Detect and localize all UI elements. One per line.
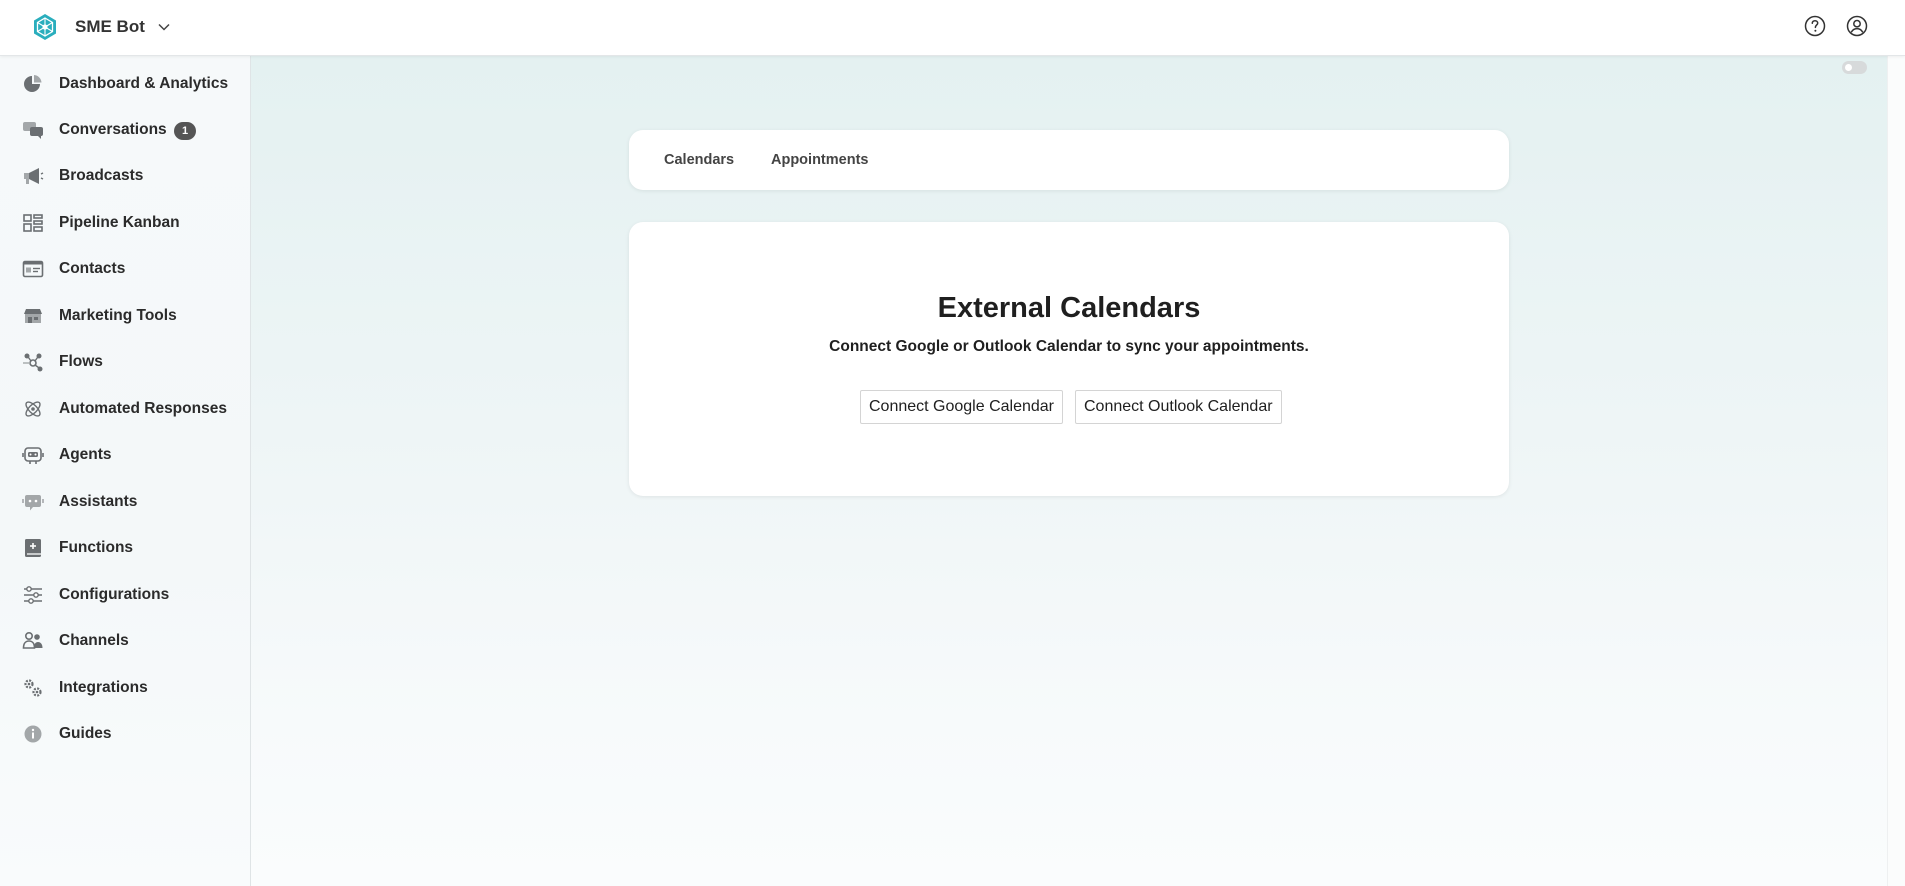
- sliders-icon: [24, 586, 42, 604]
- kanban-board-icon: [23, 214, 43, 232]
- sidebar-item-marketing-tools[interactable]: Marketing Tools: [0, 296, 250, 336]
- sidebar-item-label: Channels: [59, 632, 129, 649]
- sidebar-item-functions[interactable]: Functions: [0, 528, 250, 568]
- connect-google-calendar-button[interactable]: Connect Google Calendar: [860, 390, 1064, 424]
- users-channels-icon: [22, 631, 43, 649]
- sidebar-item-label: Functions: [59, 539, 134, 556]
- function-book-icon: [25, 539, 41, 557]
- atom-icon: [25, 401, 41, 417]
- sidebar-item-label: Agents: [59, 446, 112, 463]
- sidebar-item-label: Dashboard & Analytics: [59, 75, 229, 92]
- sidebar-item-label: Assistants: [59, 493, 138, 510]
- sidebar-item-assistants[interactable]: Assistants: [0, 482, 250, 522]
- sidebar-item-label: Pipeline Kanban: [59, 214, 180, 231]
- sidebar-item-label: Integrations: [59, 679, 148, 696]
- chat-bubbles-icon: [23, 122, 43, 139]
- info-icon: [24, 725, 42, 743]
- sidebar-item-integrations[interactable]: Integrations: [0, 668, 250, 708]
- sidebar-item-guides[interactable]: Guides: [0, 714, 250, 754]
- tab-calendars[interactable]: Calendars: [664, 152, 734, 168]
- connect-outlook-calendar-button[interactable]: Connect Outlook Calendar: [1075, 390, 1282, 424]
- flow-nodes-icon: [23, 353, 43, 372]
- sidebar-item-automated-responses[interactable]: Automated Responses: [0, 389, 250, 429]
- sidebar-item-broadcasts[interactable]: Broadcasts: [0, 156, 250, 196]
- sidebar-item-dashboard-analytics[interactable]: Dashboard & Analytics: [0, 64, 250, 104]
- section-title: External Calendars: [937, 292, 1201, 324]
- unread-count-badge: 1: [174, 122, 196, 140]
- pie-chart-icon: [24, 75, 42, 92]
- sidebar-item-label: Configurations: [59, 586, 170, 603]
- help-circle-icon[interactable]: [1803, 14, 1827, 38]
- tab-appointments[interactable]: Appointments: [771, 152, 868, 168]
- scrollbar-track[interactable]: [1887, 56, 1905, 886]
- workspace-name[interactable]: SME Bot: [75, 17, 145, 37]
- sidebar-item-label: Conversations: [59, 121, 167, 138]
- toggle-switch-icon: [1845, 64, 1852, 71]
- top-header: SME Bot: [0, 0, 1905, 56]
- theme-toggle[interactable]: [1842, 61, 1867, 74]
- sidebar-item-configurations[interactable]: Configurations: [0, 575, 250, 615]
- gears-icon: [24, 679, 42, 697]
- assistant-icon: [22, 495, 44, 511]
- megaphone-icon: [24, 168, 44, 184]
- sidebar-item-conversations[interactable]: Conversations 1: [0, 110, 250, 150]
- robot-agent-icon: [22, 447, 44, 464]
- sidebar-item-contacts[interactable]: Contacts: [0, 249, 250, 289]
- user-account-icon[interactable]: [1845, 14, 1869, 38]
- external-calendars-card: External Calendars Connect Google or Out…: [629, 222, 1509, 496]
- contact-card-icon: [22, 260, 44, 278]
- brand-logo-icon[interactable]: [31, 13, 59, 41]
- sidebar-item-channels[interactable]: Channels: [0, 621, 250, 661]
- sidebar-item-label: Automated Responses: [59, 400, 227, 417]
- sidebar-item-label: Marketing Tools: [59, 307, 177, 324]
- chevron-down-icon[interactable]: [157, 20, 171, 34]
- sidebar-item-flows[interactable]: Flows: [0, 342, 250, 382]
- sidebar-item-pipeline-kanban[interactable]: Pipeline Kanban: [0, 203, 250, 243]
- sidebar-item-label: Contacts: [59, 260, 126, 277]
- sidebar-nav: Dashboard & Analytics Conversations 1 Br…: [0, 56, 251, 886]
- sidebar-item-label: Flows: [59, 353, 103, 370]
- section-subtitle: Connect Google or Outlook Calendar to sy…: [829, 338, 1309, 355]
- sidebar-item-agents[interactable]: Agents: [0, 435, 250, 475]
- tabs-bar: Calendars Appointments: [629, 130, 1509, 190]
- sidebar-item-label: Guides: [59, 725, 112, 742]
- storefront-icon: [24, 309, 42, 323]
- sidebar-item-label: Broadcasts: [59, 167, 144, 184]
